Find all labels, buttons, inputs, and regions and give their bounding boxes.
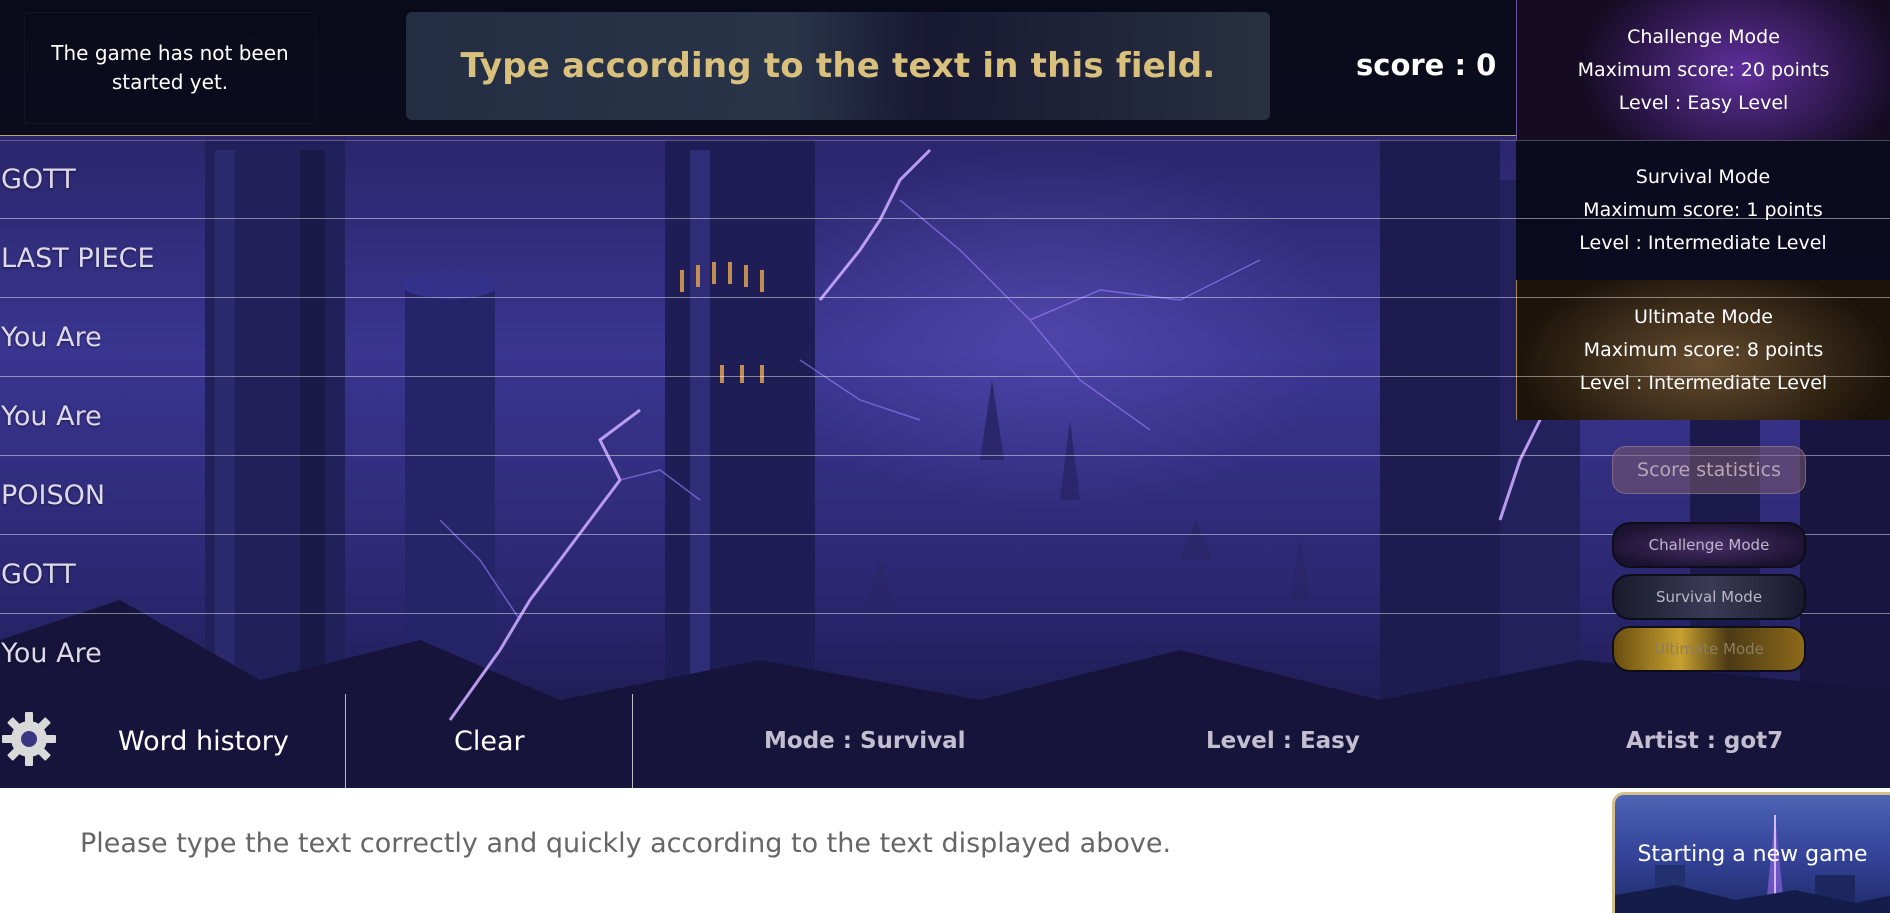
ultimate-mode-button[interactable]: Ultimate Mode	[1612, 626, 1806, 672]
top-bar: The game has not been started yet. Type …	[0, 0, 1516, 136]
level-info: Level : Easy	[1206, 728, 1360, 754]
typing-prompt-field: Type according to the text in this field…	[406, 12, 1270, 120]
word-history-item: LAST PIECE	[0, 219, 1890, 298]
word-history-item: You Are	[0, 377, 1890, 456]
typing-instruction: Please type the text correctly and quick…	[80, 828, 1172, 859]
mode-info: Mode : Survival	[764, 728, 966, 754]
survival-mode-button[interactable]: Survival Mode	[1612, 574, 1806, 620]
control-bar: Word history Clear Mode : Survival Level…	[0, 694, 1890, 788]
word-history-button[interactable]: Word history	[118, 694, 289, 788]
word-history-item: You Are	[0, 298, 1890, 377]
divider	[345, 694, 346, 788]
word-history-item: GOTT	[0, 535, 1890, 614]
game-status-text: The game has not been started yet.	[24, 12, 316, 124]
score-statistics-button[interactable]: Score statistics	[1612, 446, 1806, 494]
word-history-item: GOTT	[0, 140, 1890, 219]
start-new-game-label: Starting a new game	[1637, 841, 1868, 867]
challenge-mode-card: Challenge Mode Maximum score: 20 points …	[1516, 0, 1890, 140]
gear-icon[interactable]	[0, 710, 58, 768]
clear-button[interactable]: Clear	[454, 694, 525, 788]
prompt-text: Type according to the text in this field…	[460, 46, 1216, 86]
card-max-score: Maximum score: 20 points	[1577, 58, 1830, 81]
word-history-item: POISON	[0, 456, 1890, 535]
input-area[interactable]: Please type the text correctly and quick…	[0, 788, 1890, 913]
score-display: score : 0	[1356, 48, 1497, 82]
artist-info: Artist : got7	[1626, 728, 1784, 754]
word-history-item: You Are	[1, 638, 102, 669]
start-new-game-button[interactable]: Starting a new game	[1612, 792, 1890, 913]
word-history-list: GOTT LAST PIECE You Are You Are POISON G…	[0, 140, 1890, 693]
card-title: Challenge Mode	[1627, 25, 1780, 48]
card-level: Level : Easy Level	[1618, 91, 1789, 114]
challenge-mode-button[interactable]: Challenge Mode	[1612, 522, 1806, 568]
divider	[632, 694, 633, 788]
